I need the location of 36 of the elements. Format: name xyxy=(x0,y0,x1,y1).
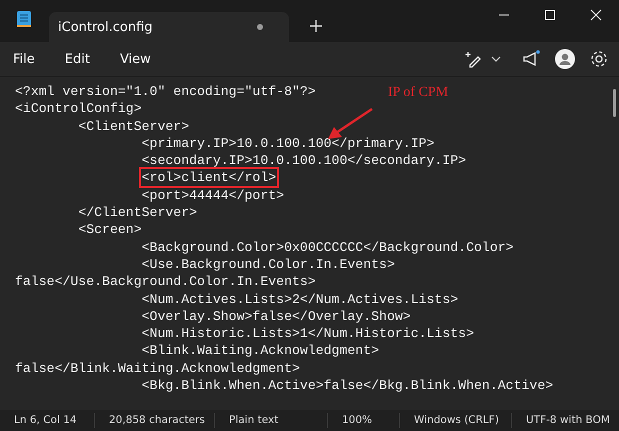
menu-item[interactable]: Edit xyxy=(52,52,103,66)
code-line: <Screen> xyxy=(77,221,142,239)
code-line: <Num.Historic.Lists>1</Num.Historic.Lists> xyxy=(140,325,474,342)
document-tab[interactable]: iControl.config xyxy=(49,12,289,42)
avatar-icon[interactable] xyxy=(555,49,575,69)
code-line: <Bkg.Blink.When.Active>false</Bkg.Blink.When.Active> xyxy=(140,377,554,394)
status-item: Ln 6, Col 14 xyxy=(13,413,78,428)
status-item: 100% xyxy=(327,413,399,428)
code-line: false</Use.Background.Color.In.Events> xyxy=(15,273,316,291)
code-line: <primary.IP>10.0.100.100</primary.IP> xyxy=(140,134,434,152)
code-line: <Overlay.Show>false</Overlay.Show> xyxy=(140,308,411,326)
code-line: <Background.Color>0x00CCCCCC</Background.Color> xyxy=(140,238,514,256)
new-tab-icon[interactable] xyxy=(309,19,323,33)
megaphone-icon[interactable] xyxy=(521,49,541,69)
status-item: 20,858 characters xyxy=(94,413,214,428)
status-item: UTF-8 with BOM xyxy=(511,413,619,428)
status-item: Plain text xyxy=(214,413,327,428)
code-line: <port>44444</port> xyxy=(140,186,284,204)
code-line: <Use.Background.Color.In.Events> xyxy=(140,256,395,274)
code-line: <secondary.IP>10.0.100.100</secondary.IP> xyxy=(140,152,466,170)
menu-item[interactable]: File xyxy=(0,52,48,66)
code-line: <ClientServer> xyxy=(77,118,190,135)
menu-item[interactable]: View xyxy=(106,52,164,66)
code-line: <rol>client</rol> xyxy=(142,170,276,186)
code-line: </ClientServer> xyxy=(77,204,198,222)
code-line: <Blink.Waiting.Acknowledgment> xyxy=(140,342,380,360)
code-line: <?xml version="1.0" encoding="utf-8"?> xyxy=(15,83,316,100)
status-item: Windows (CRLF) xyxy=(399,413,511,428)
code-line: <Num.Actives.Lists>2</Num.Actives.Lists> xyxy=(140,290,458,308)
scrollbar-thumb[interactable] xyxy=(613,89,616,117)
notepad-icon xyxy=(17,10,31,28)
pen-sparkle-icon[interactable] xyxy=(463,49,483,69)
code-line: false</Blink.Waiting.Acknowledgment> xyxy=(15,360,300,378)
settings-icon[interactable] xyxy=(589,49,609,69)
annotation-label: IP of CPM xyxy=(388,85,448,101)
code-line: <iControlConfig> xyxy=(15,100,142,118)
